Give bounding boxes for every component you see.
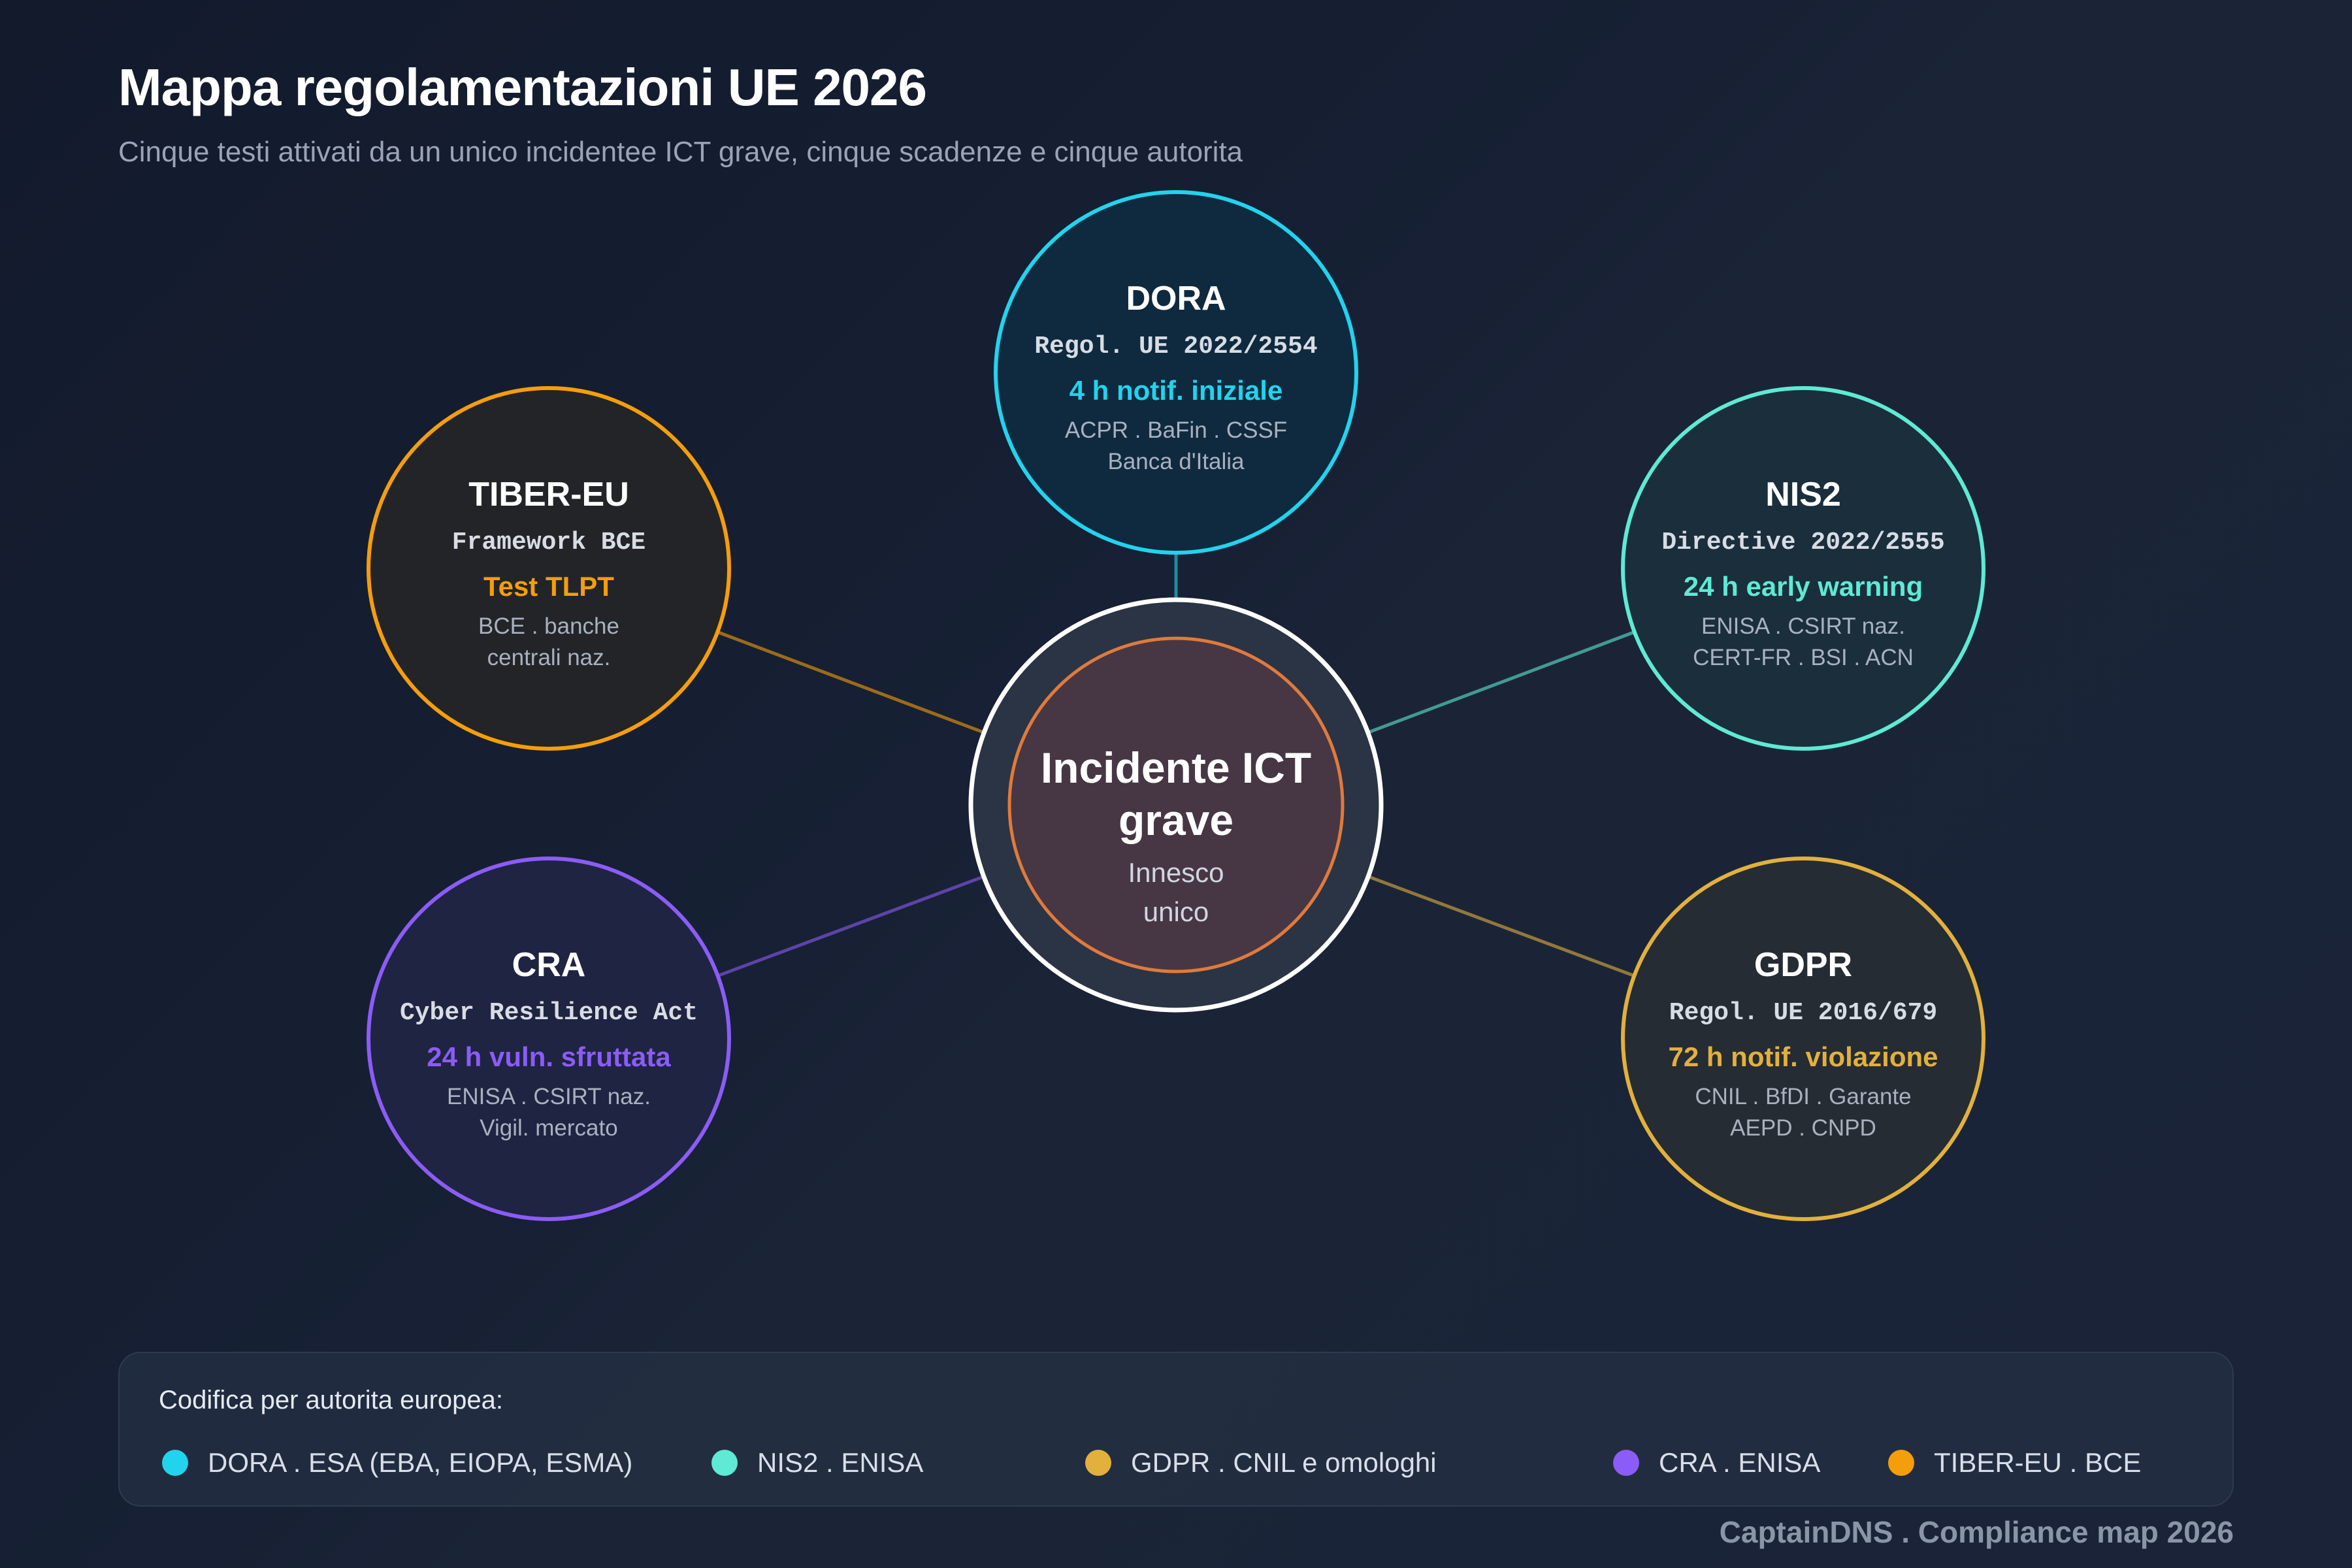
connector-nis2	[1367, 630, 1635, 734]
node-gdpr-name: GDPR	[1754, 946, 1852, 984]
regulation-map-diagram: Incidente ICT grave Innesco unico DORA Re…	[367, 190, 1985, 1221]
legend-label-nis2: NIS2 . ENISA	[757, 1447, 924, 1478]
node-dora: DORA Regol. UE 2022/2554 4 h notif. inizia…	[994, 190, 1358, 555]
legend-dot-nis2	[711, 1450, 738, 1476]
node-nis2-name: NIS2	[1765, 476, 1841, 514]
node-gdpr-authority-line: CNIL . BfDI . Garante	[1695, 1084, 1911, 1109]
center-title-line1: Incidente ICT	[1041, 743, 1311, 792]
node-cra-authority-line: ENISA . CSIRT naz.	[447, 1084, 651, 1109]
node-dora-reference: Regol. UE 2022/2554	[1034, 333, 1317, 361]
legend-item-gdpr: GDPR . CNIL e omologhi	[1085, 1447, 1437, 1478]
node-cra-circle	[367, 857, 731, 1221]
node-dora-authority-line: ACPR . BaFin . CSSF	[1065, 417, 1287, 443]
node-tiber-reference: Framework BCE	[452, 529, 645, 557]
node-gdpr: GDPR Regol. UE 2016/679 72 h notif. violaz…	[1621, 857, 1985, 1221]
node-nis2-deadline: 24 h early warning	[1684, 571, 1923, 602]
center-sub-line2: unico	[1143, 896, 1209, 927]
connector-gdpr	[1367, 875, 1635, 977]
node-cra-authority-line: Vigil. mercato	[480, 1115, 617, 1141]
node-cra: CRA Cyber Resilience Act 24 h vuln. sfrutt…	[367, 857, 731, 1221]
legend: Codifica per autorita europea: DORA . ES…	[118, 1352, 2234, 1507]
node-tiber-authority-line: BCE . banche	[478, 613, 619, 639]
node-nis2-authority-line: CERT-FR . BSI . ACN	[1693, 645, 1914, 670]
node-tiber: TIBER-EU Framework BCE Test TLPT BCE . banc…	[367, 386, 731, 751]
center-title-line2: grave	[1119, 796, 1233, 844]
node-gdpr-authority-line: AEPD . CNPD	[1730, 1115, 1876, 1141]
node-cra-reference: Cyber Resilience Act	[400, 999, 698, 1027]
legend-label-cra: CRA . ENISA	[1659, 1447, 1821, 1478]
node-tiber-authority-line: centrali naz.	[487, 645, 611, 670]
node-gdpr-reference: Regol. UE 2016/679	[1669, 999, 1937, 1027]
node-gdpr-circle	[1621, 857, 1985, 1221]
node-dora-name: DORA	[1126, 280, 1226, 318]
node-cra-deadline: 24 h vuln. sfruttata	[427, 1041, 671, 1072]
legend-item-nis2: NIS2 . ENISA	[711, 1447, 923, 1478]
center-node: Incidente ICT grave Innesco unico	[968, 597, 1384, 1013]
legend-dot-cra	[1613, 1450, 1639, 1476]
node-cra-name: CRA	[512, 946, 586, 984]
legend-label-tiber: TIBER-EU . BCE	[1934, 1447, 2142, 1478]
legend-item-cra: CRA . ENISA	[1613, 1447, 1820, 1478]
node-nis2-circle	[1621, 386, 1985, 751]
node-dora-deadline: 4 h notif. iniziale	[1070, 375, 1283, 406]
node-dora-authority-line: Banca d'Italia	[1107, 449, 1245, 474]
legend-title: Codifica per autorita europea:	[159, 1386, 503, 1414]
footer-credit: CaptainDNS . Compliance map 2026	[1719, 1515, 2234, 1549]
node-dora-circle	[994, 190, 1358, 555]
legend-item-dora: DORA . ESA (EBA, EIOPA, ESMA)	[162, 1447, 632, 1478]
node-tiber-circle	[367, 386, 731, 751]
legend-dot-gdpr	[1085, 1450, 1111, 1476]
node-tiber-name: TIBER-EU	[468, 476, 629, 514]
center-sub-line1: Innesco	[1128, 857, 1224, 888]
legend-label-dora: DORA . ESA (EBA, EIOPA, ESMA)	[208, 1447, 633, 1478]
node-nis2-reference: Directive 2022/2555	[1661, 529, 1944, 557]
legend-dot-dora	[162, 1450, 188, 1476]
legend-label-gdpr: GDPR . CNIL e omologhi	[1131, 1447, 1437, 1478]
node-gdpr-deadline: 72 h notif. violazione	[1668, 1041, 1938, 1072]
node-nis2: NIS2 Directive 2022/2555 24 h early warnin…	[1621, 386, 1985, 751]
legend-item-tiber: TIBER-EU . BCE	[1888, 1447, 2141, 1478]
node-nis2-authority-line: ENISA . CSIRT naz.	[1701, 613, 1905, 639]
legend-dot-tiber	[1888, 1450, 1914, 1476]
node-tiber-deadline: Test TLPT	[483, 571, 614, 602]
connector-tiber	[717, 630, 985, 734]
connector-cra	[717, 875, 985, 977]
